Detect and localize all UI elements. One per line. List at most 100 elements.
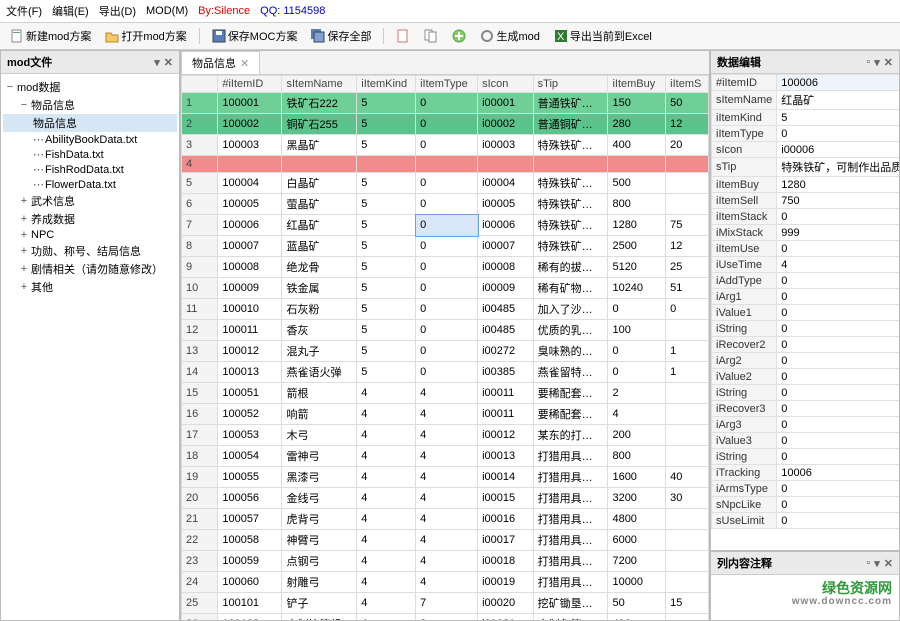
cell[interactable] [666, 614, 709, 621]
prop-row[interactable]: iItemKind5 [712, 110, 900, 126]
cell[interactable]: i00011 [478, 404, 534, 425]
save-current-button[interactable]: 保存MOC方案 [208, 26, 302, 46]
cell[interactable]: 4 [357, 488, 416, 509]
cell[interactable]: 500 [608, 173, 666, 194]
cell[interactable]: 1 [666, 362, 709, 383]
cell[interactable]: 4 [416, 488, 478, 509]
prop-row[interactable]: sNpcLike0 [712, 497, 900, 513]
cell[interactable]: 4 [357, 446, 416, 467]
cell[interactable]: 4800 [608, 509, 666, 530]
prop-row[interactable]: iValue20 [712, 369, 900, 385]
prop-value[interactable]: 特殊铁矿，可制作出品质较… [777, 158, 899, 177]
cell[interactable]: 100055 [218, 467, 282, 488]
save-all-button[interactable]: 保存全部 [307, 26, 375, 46]
cell[interactable]: 燕雀留特… [533, 362, 608, 383]
cell[interactable]: 51 [666, 278, 709, 299]
cell[interactable]: 打猎用具… [533, 551, 608, 572]
prop-row[interactable]: sIconi00006 [712, 142, 900, 158]
prop-row[interactable]: sUseLimit0 [712, 513, 900, 529]
cell[interactable]: 4 [357, 614, 416, 621]
cell[interactable] [666, 194, 709, 215]
tree-item[interactable]: ⋯FlowerData.txt [3, 177, 177, 192]
table-row[interactable]: 11100010石灰粉50i00485加入了沙…00 [182, 299, 709, 320]
cell[interactable]: 打猎用具… [533, 572, 608, 593]
cell[interactable] [218, 156, 282, 173]
cell[interactable]: 木制鱼竿… [533, 614, 608, 621]
cell[interactable] [666, 425, 709, 446]
cell[interactable]: 25 [666, 257, 709, 278]
prop-value[interactable]: 0 [777, 241, 899, 257]
table-row[interactable]: 24100060射雕弓44i00019打猎用具…10000 [182, 572, 709, 593]
prop-row[interactable]: iArg20 [712, 353, 900, 369]
prop-row[interactable]: iMixStack999 [712, 225, 900, 241]
cell[interactable]: 5 [357, 299, 416, 320]
cell[interactable]: 黑漆弓 [282, 467, 357, 488]
cell[interactable]: 8 [416, 614, 478, 621]
table-row[interactable]: 23100059点钢弓44i00018打猎用具…7200 [182, 551, 709, 572]
cell[interactable]: 4 [357, 467, 416, 488]
toggle-icon[interactable]: + [19, 263, 29, 275]
cell[interactable]: 12 [666, 236, 709, 257]
cell[interactable]: 100010 [218, 299, 282, 320]
cell[interactable]: 0 [608, 362, 666, 383]
table-row[interactable]: 2100002铜矿石25550i00002普通铜矿…28012 [182, 114, 709, 135]
cell[interactable]: 7 [416, 593, 478, 614]
cell[interactable]: 特殊铁矿… [533, 135, 608, 156]
toggle-icon[interactable]: + [19, 195, 29, 207]
tab-item-info[interactable]: 物品信息 ✕ [181, 51, 260, 74]
cell[interactable]: 7200 [608, 551, 666, 572]
cell[interactable]: 100101 [218, 593, 282, 614]
cell[interactable]: 打猎用具… [533, 530, 608, 551]
cell[interactable]: 4 [416, 425, 478, 446]
toggle-icon[interactable]: + [19, 229, 29, 241]
menu-export[interactable]: 导出(D) [99, 3, 136, 19]
prop-value[interactable]: 0 [777, 497, 899, 513]
cell[interactable]: 4 [357, 551, 416, 572]
cell[interactable]: 1 [666, 341, 709, 362]
prop-row[interactable]: iArmsType0 [712, 481, 900, 497]
cell[interactable]: 打猎用具… [533, 488, 608, 509]
table-row[interactable]: 16100052响箭44i00011要稀配套…4 [182, 404, 709, 425]
prop-row[interactable]: iArg10 [712, 289, 900, 305]
col-header[interactable]: sIcon [478, 76, 534, 93]
tree-root[interactable]: − mod数据 [3, 78, 177, 96]
cell[interactable]: 3200 [608, 488, 666, 509]
cell[interactable]: 0 [416, 278, 478, 299]
prop-row[interactable]: iItemSell750 [712, 193, 900, 209]
table-row[interactable]: 26100102木制钓竿组48i00021木制鱼竿…400 [182, 614, 709, 621]
tree-item[interactable]: +其他 [3, 278, 177, 296]
prop-row[interactable]: iValue10 [712, 305, 900, 321]
cell[interactable]: i00007 [478, 236, 534, 257]
cell[interactable]: 0 [416, 236, 478, 257]
cell[interactable]: 0 [416, 93, 478, 114]
cell[interactable] [666, 156, 709, 173]
table-row[interactable]: 14100013燕雀语火弹50i00385燕雀留特…01 [182, 362, 709, 383]
cell[interactable]: 100001 [218, 93, 282, 114]
table-row[interactable]: 9100008绝龙骨50i00008稀有的拔…512025 [182, 257, 709, 278]
cell[interactable]: i00004 [478, 173, 534, 194]
cell[interactable]: i00019 [478, 572, 534, 593]
prop-value[interactable]: 0 [777, 337, 899, 353]
cell[interactable]: 燕雀语火弹 [282, 362, 357, 383]
export-excel-button[interactable]: X 导出当前到Excel [550, 26, 656, 46]
cell[interactable]: 100004 [218, 173, 282, 194]
cell[interactable]: 木弓 [282, 425, 357, 446]
icon-btn-1[interactable] [392, 27, 414, 45]
cell[interactable]: 200 [608, 425, 666, 446]
cell[interactable]: 0 [416, 341, 478, 362]
cell[interactable]: 40 [666, 467, 709, 488]
prop-row[interactable]: iRecover30 [712, 401, 900, 417]
tree-item[interactable]: ⋯FishData.txt [3, 147, 177, 162]
cell[interactable]: 12 [666, 114, 709, 135]
cell[interactable]: 挖矿锄垦… [533, 593, 608, 614]
icon-btn-2[interactable] [420, 27, 442, 45]
cell[interactable]: 要稀配套… [533, 383, 608, 404]
cell[interactable]: 黑晶矿 [282, 135, 357, 156]
prop-row[interactable]: iItemUse0 [712, 241, 900, 257]
table-row[interactable]: 19100055黑漆弓44i00014打猎用具…160040 [182, 467, 709, 488]
prop-value[interactable]: 0 [777, 433, 899, 449]
prop-value[interactable]: 0 [777, 321, 899, 337]
property-grid[interactable]: #iItemID100006sItemName红晶矿iItemKind5iIte… [711, 74, 899, 550]
cell[interactable]: 50 [608, 593, 666, 614]
cell[interactable]: 5 [357, 194, 416, 215]
